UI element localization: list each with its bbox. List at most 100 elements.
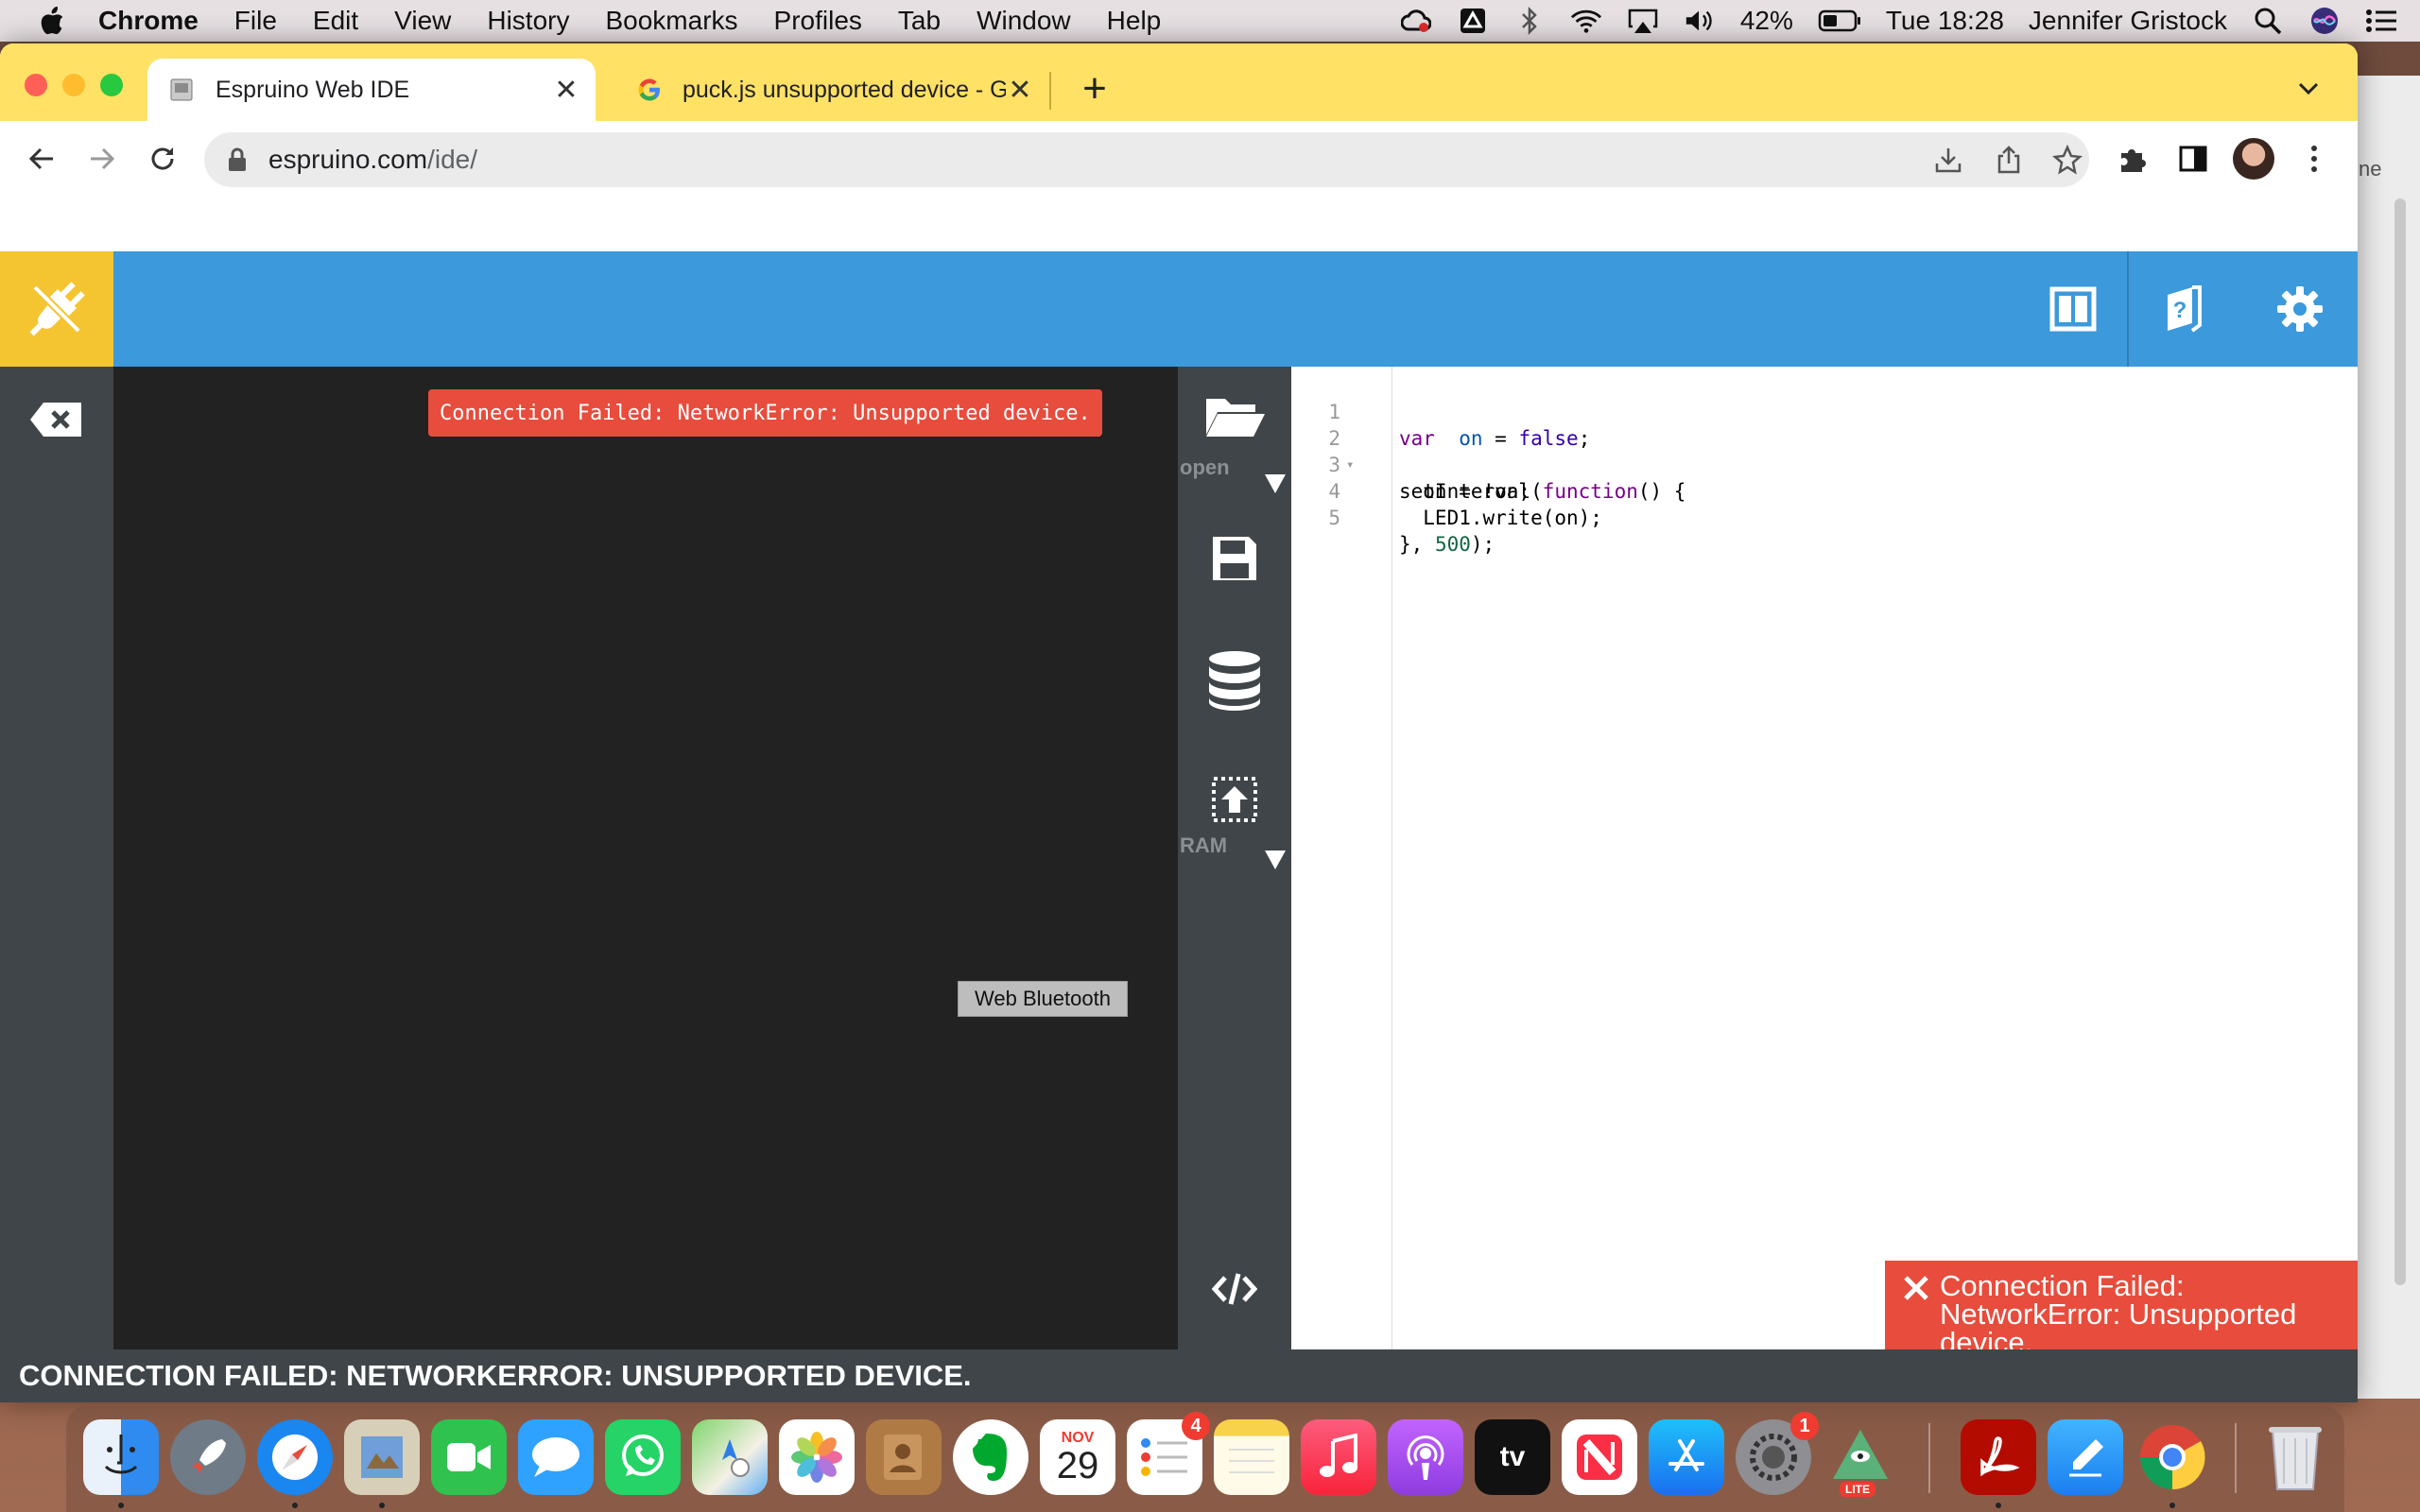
wifi-icon[interactable]: [1570, 7, 1602, 35]
profile-avatar[interactable]: [2233, 138, 2274, 180]
upload-to-ram-icon[interactable]: [1178, 775, 1291, 824]
open-label[interactable]: open: [1180, 455, 1230, 480]
menu-edit[interactable]: Edit: [313, 6, 358, 36]
help-book-icon[interactable]: ?: [2129, 251, 2240, 367]
system-preferences-icon[interactable]: 1: [1736, 1412, 1819, 1495]
window-maximize-button[interactable]: [100, 74, 123, 96]
tab-separator: [1049, 72, 1051, 110]
chrome-menu-icon[interactable]: [2293, 138, 2335, 180]
podcasts-icon[interactable]: [1388, 1419, 1463, 1495]
code-line[interactable]: 1 var on = false;: [1291, 372, 2331, 450]
battery-icon[interactable]: [1818, 7, 1861, 35]
window-close-button[interactable]: [25, 74, 47, 96]
code-line[interactable]: 4 LED1.write(on);: [1291, 452, 2331, 529]
window-minimize-button[interactable]: [62, 74, 85, 96]
music-icon[interactable]: [1301, 1419, 1376, 1495]
control-center-icon[interactable]: [2365, 7, 2397, 35]
open-folder-icon[interactable]: [1178, 395, 1291, 438]
bookmark-star-icon[interactable]: [2049, 142, 2085, 178]
maps-icon[interactable]: [692, 1419, 768, 1495]
airplay-icon[interactable]: [1627, 7, 1659, 35]
extensions-puzzle-icon[interactable]: [2112, 138, 2153, 180]
siri-icon[interactable]: [2308, 7, 2341, 35]
storage-database-icon[interactable]: [1178, 650, 1291, 711]
bluetooth-icon[interactable]: [1513, 7, 1546, 35]
facetime-icon[interactable]: [431, 1419, 507, 1495]
messages-icon[interactable]: [518, 1419, 594, 1495]
close-tab-icon[interactable]: ✕: [552, 75, 580, 106]
menu-tab[interactable]: Tab: [898, 6, 941, 36]
launchpad-icon[interactable]: [170, 1419, 246, 1495]
code-line[interactable]: 2 ▾ setInterval(function() {: [1291, 399, 2331, 503]
notification-message: Connection Failed: NetworkError: Unsuppo…: [1940, 1269, 2297, 1359]
pen-editor-icon[interactable]: [2048, 1419, 2123, 1495]
forward-button[interactable]: [81, 138, 123, 180]
acrobat-icon[interactable]: [1961, 1419, 2036, 1495]
code-line[interactable]: 3 on = !on;: [1291, 425, 2331, 503]
code-line[interactable]: 5 }, 500);: [1291, 478, 2331, 556]
volume-icon[interactable]: [1684, 7, 1716, 35]
web-bluetooth-button[interactable]: Web Bluetooth: [958, 981, 1128, 1017]
evernote-icon[interactable]: [953, 1419, 1028, 1495]
tab-google-search[interactable]: puck.js unsupported device - G ✕: [614, 59, 1049, 121]
background-window-scrollbar[interactable]: [2394, 198, 2406, 1285]
photos-icon[interactable]: [779, 1419, 855, 1495]
tab-search-chevron-icon[interactable]: [2291, 72, 2325, 106]
menu-view[interactable]: View: [394, 6, 451, 36]
running-indicator: [379, 1503, 385, 1508]
spotlight-search-icon[interactable]: [2252, 7, 2284, 35]
apple-menu-icon[interactable]: [38, 6, 66, 36]
contacts-icon[interactable]: [866, 1419, 942, 1495]
connect-button[interactable]: [0, 251, 113, 367]
tab-espruino[interactable]: Espruino Web IDE ✕: [147, 59, 596, 121]
back-button[interactable]: [21, 138, 62, 180]
notes-icon[interactable]: [1214, 1419, 1289, 1495]
creative-cloud-icon[interactable]: [1400, 7, 1432, 35]
menu-bookmarks[interactable]: Bookmarks: [605, 6, 737, 36]
reminders-icon[interactable]: 4: [1127, 1412, 1210, 1495]
finder-icon[interactable]: [83, 1419, 159, 1495]
split-view-icon[interactable]: [2017, 251, 2129, 367]
new-tab-button[interactable]: +: [1076, 65, 1114, 112]
open-dropdown-arrow-icon[interactable]: [1265, 474, 1286, 493]
menu-window[interactable]: Window: [977, 6, 1071, 36]
side-panel-icon[interactable]: [2172, 138, 2214, 180]
ram-label[interactable]: RAM: [1180, 833, 1227, 858]
code-editor[interactable]: 1 var on = false; 2 ▾ setInterval(functi…: [1291, 367, 2358, 1349]
code-view-icon[interactable]: [1178, 1270, 1291, 1308]
app-store-icon[interactable]: [1649, 1419, 1724, 1495]
settings-gear-icon[interactable]: [2244, 251, 2356, 367]
terminal-panel[interactable]: Connection Failed: NetworkError: Unsuppo…: [113, 367, 1178, 1349]
close-notification-icon[interactable]: [1902, 1274, 1930, 1302]
share-icon[interactable]: [1991, 142, 2027, 178]
google-drive-icon[interactable]: [1457, 7, 1489, 35]
close-tab-icon[interactable]: ✕: [1006, 75, 1034, 106]
preview-icon[interactable]: [344, 1419, 420, 1495]
menu-profiles[interactable]: Profiles: [774, 6, 862, 36]
install-app-icon[interactable]: [1930, 142, 1966, 178]
trash-icon[interactable]: [2257, 1419, 2333, 1495]
menu-history[interactable]: History: [487, 6, 569, 36]
menu-file[interactable]: File: [234, 6, 277, 36]
clear-terminal-icon[interactable]: [28, 401, 85, 438]
news-icon[interactable]: [1562, 1419, 1637, 1495]
lock-icon[interactable]: [227, 147, 248, 172]
menu-help[interactable]: Help: [1107, 6, 1162, 36]
menubar-clock[interactable]: Tue 18:28: [1886, 6, 2004, 36]
apple-tv-icon[interactable]: tv: [1475, 1419, 1550, 1495]
calendar-icon[interactable]: NOV 29: [1040, 1419, 1115, 1495]
menu-app-chrome[interactable]: Chrome: [98, 6, 199, 36]
safari-icon[interactable]: [257, 1419, 333, 1495]
code-text[interactable]: LED1.write(on);: [1399, 505, 1602, 531]
tab-title: Espruino Web IDE: [216, 76, 410, 103]
reload-button[interactable]: [142, 138, 183, 180]
whatsapp-icon[interactable]: [605, 1419, 681, 1495]
pyramid-lite-icon[interactable]: LITE: [1823, 1419, 1898, 1497]
ide-toolbar: ?: [0, 251, 2358, 367]
address-bar[interactable]: espruino.com/ide/: [204, 132, 2089, 187]
save-floppy-icon[interactable]: [1178, 535, 1291, 582]
ram-dropdown-arrow-icon[interactable]: [1265, 850, 1286, 869]
menubar-user[interactable]: Jennifer Gristock: [2029, 6, 2227, 36]
chrome-icon[interactable]: [2135, 1419, 2210, 1495]
code-text[interactable]: }, 500);: [1399, 531, 1495, 558]
